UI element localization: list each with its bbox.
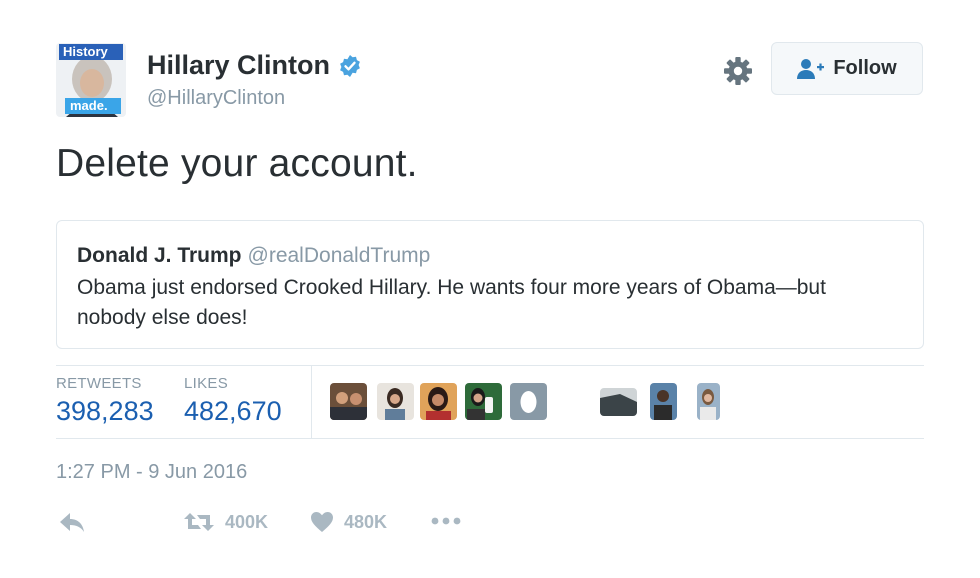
quoted-tweet[interactable]: Donald J. Trump @realDonaldTrump Obama ju… [56,220,924,349]
reply-button[interactable] [58,511,86,533]
retweet-button[interactable]: 400K [183,511,268,533]
more-dots-icon [431,517,461,525]
liker-avatar[interactable] [377,383,414,420]
tweet-timestamp[interactable]: 1:27 PM - 9 Jun 2016 [56,461,247,484]
follow-button[interactable]: Follow [771,42,923,95]
quoted-tweet-author: Donald J. Trump @realDonaldTrump [77,244,430,268]
retweets-label: RETWEETS [56,375,142,392]
tweet-text: Delete your account. [56,142,418,185]
heart-icon [311,512,333,532]
quoted-author-name: Donald J. Trump [77,244,242,267]
quoted-author-handle: @realDonaldTrump [247,244,431,267]
stats-separator [311,366,312,438]
liker-avatar[interactable] [600,388,637,416]
author-name[interactable]: Hillary Clinton [147,50,330,81]
liker-avatar[interactable] [465,383,502,420]
stats-top-divider [56,365,924,366]
default-egg-avatar[interactable] [510,383,547,420]
likes-label: LIKES [184,375,229,392]
like-count: 480K [344,511,388,532]
more-options-button[interactable] [431,514,461,528]
author-avatar[interactable]: History made. [56,43,126,117]
avatar-top-text: History [63,44,108,59]
add-user-icon [797,58,825,79]
retweets-value: 398,283 [56,396,154,426]
liker-avatar[interactable] [420,383,457,420]
reply-icon [60,513,84,532]
settings-gear-icon[interactable] [722,55,754,87]
retweet-icon [184,513,214,531]
liker-avatar[interactable] [650,383,677,420]
follow-button-label: Follow [833,57,897,79]
retweets-stat[interactable]: RETWEETS 398,283 [56,375,154,427]
author-name-row[interactable]: Hillary Clinton [147,50,362,81]
stats-bottom-divider [56,438,924,439]
liker-avatar[interactable] [330,383,367,420]
like-button[interactable]: 480K [310,511,387,533]
liker-avatar[interactable] [697,383,720,420]
likes-stat[interactable]: LIKES 482,670 [184,375,282,427]
quoted-tweet-text: Obama just endorsed Crooked Hillary. He … [77,276,826,329]
likes-value: 482,670 [184,396,282,426]
author-handle[interactable]: @HillaryClinton [147,87,285,110]
verified-badge-icon [340,54,360,77]
avatar-bottom-text: made. [70,98,108,113]
retweet-count: 400K [225,511,269,532]
